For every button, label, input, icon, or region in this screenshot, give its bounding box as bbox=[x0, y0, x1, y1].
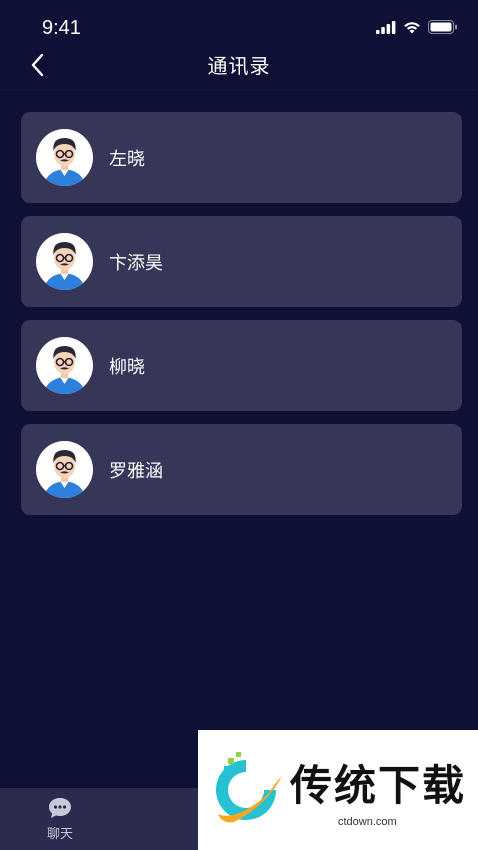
tab-chat[interactable]: 聊天 bbox=[30, 796, 90, 846]
contact-list: 左晓 卞添昊 柳晓 罗雅涵 bbox=[21, 112, 462, 528]
user-avatar-icon bbox=[44, 138, 85, 186]
user-avatar-icon bbox=[44, 346, 85, 394]
watermark-logo bbox=[216, 752, 282, 823]
signal-icon bbox=[376, 20, 396, 34]
avatar bbox=[36, 337, 93, 394]
watermark-text: 传统下载 bbox=[290, 761, 467, 810]
contact-item[interactable]: 左晓 bbox=[21, 112, 462, 203]
watermark: 传统下载 ctdown.com bbox=[198, 730, 478, 850]
contact-name: 罗雅涵 bbox=[109, 460, 163, 482]
contact-item[interactable]: 卞添昊 bbox=[21, 216, 462, 307]
avatar bbox=[36, 233, 93, 290]
tab-label: 聊天 bbox=[46, 827, 73, 842]
user-avatar-icon bbox=[44, 450, 85, 498]
chat-bubble-icon bbox=[49, 798, 71, 818]
status-bar: 9:41 bbox=[0, 0, 478, 46]
contact-name: 柳晓 bbox=[109, 356, 145, 378]
page-title: 通讯录 bbox=[207, 54, 271, 78]
contact-item[interactable]: 罗雅涵 bbox=[21, 424, 462, 515]
contact-name: 左晓 bbox=[109, 148, 145, 170]
user-avatar-icon bbox=[44, 242, 85, 290]
wifi-icon bbox=[404, 21, 420, 33]
watermark-url: ctdown.com bbox=[338, 816, 397, 828]
status-icons bbox=[376, 20, 458, 34]
navigation-bar: 通讯录 bbox=[0, 46, 478, 90]
status-time: 9:41 bbox=[42, 17, 81, 39]
contact-name: 卞添昊 bbox=[109, 252, 163, 274]
avatar bbox=[36, 129, 93, 186]
contact-item[interactable]: 柳晓 bbox=[21, 320, 462, 411]
avatar bbox=[36, 441, 93, 498]
battery-icon bbox=[428, 20, 457, 34]
